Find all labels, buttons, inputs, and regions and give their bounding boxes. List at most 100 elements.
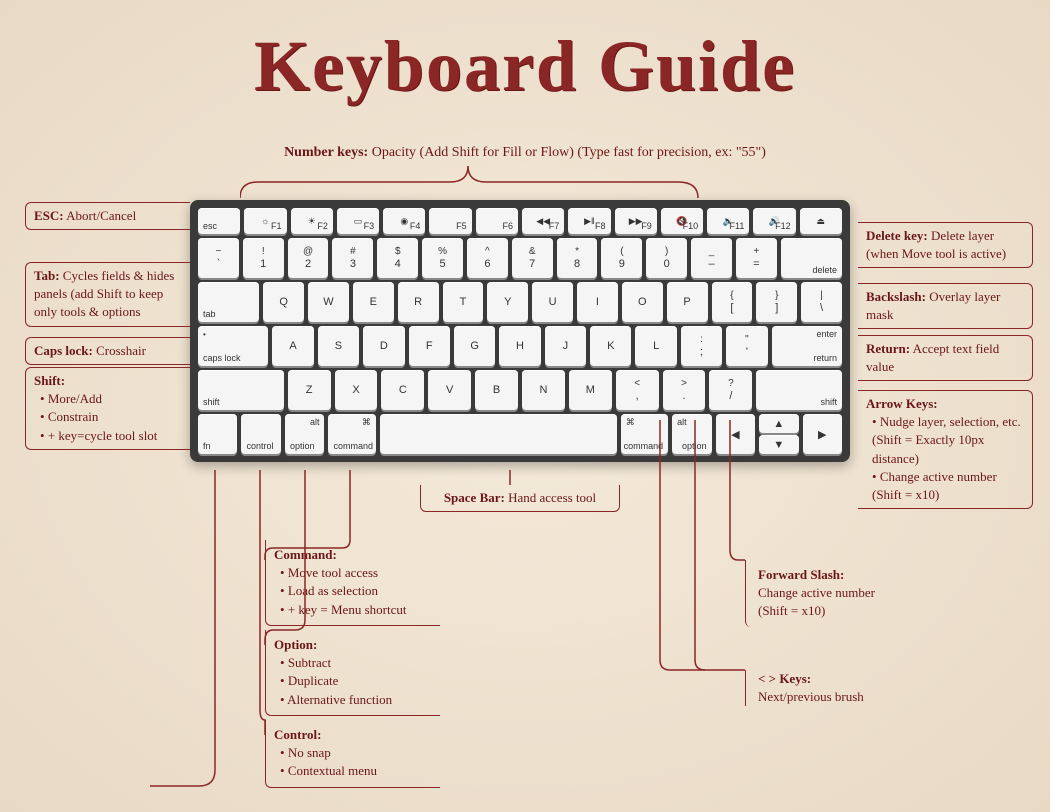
key-f7[interactable]: ◀◀F7 <box>522 208 564 234</box>
key-space[interactable] <box>380 414 617 454</box>
key-7[interactable]: &7 <box>512 238 553 278</box>
key-command-right[interactable]: ⌘command <box>621 414 668 454</box>
number-keys-brace <box>240 162 700 202</box>
key-f6[interactable]: F6 <box>476 208 518 234</box>
brackets-callout: < > Keys: Next/previous brush <box>745 670 915 706</box>
key-e[interactable]: E <box>353 282 394 322</box>
key-l[interactable]: L <box>635 326 676 366</box>
key-t[interactable]: T <box>443 282 484 322</box>
key-3[interactable]: #3 <box>332 238 373 278</box>
key-shift-right[interactable]: shift <box>756 370 842 410</box>
key-f4[interactable]: ◉F4 <box>383 208 425 234</box>
fwdslash-callout: Forward Slash: Change active number (Shi… <box>745 560 915 627</box>
shift-callout: Shift: More/Add Constrain + key=cycle to… <box>25 367 190 450</box>
key-dash[interactable]: _– <box>691 238 732 278</box>
key-quote[interactable]: "' <box>726 326 767 366</box>
key-capslock[interactable]: •caps lock <box>198 326 268 366</box>
key-tab[interactable]: tab <box>198 282 259 322</box>
key-f2[interactable]: ☀F2 <box>291 208 333 234</box>
key-backslash[interactable]: |\ <box>801 282 842 322</box>
capslock-callout: Caps lock: Crosshair <box>25 337 190 365</box>
key-j[interactable]: J <box>545 326 586 366</box>
key-down[interactable]: ▼ <box>759 435 798 454</box>
command-callout: Command: Move tool access Load as select… <box>265 540 440 626</box>
key-f5[interactable]: F5 <box>429 208 471 234</box>
key-f[interactable]: F <box>409 326 450 366</box>
key-x[interactable]: X <box>335 370 378 410</box>
bottom-row: fn control altoption ⌘command ⌘command a… <box>198 414 842 454</box>
key-s[interactable]: S <box>318 326 359 366</box>
key-period[interactable]: >. <box>663 370 706 410</box>
key-c[interactable]: C <box>381 370 424 410</box>
key-2[interactable]: @2 <box>288 238 329 278</box>
key-5[interactable]: %5 <box>422 238 463 278</box>
key-plus[interactable]: += <box>736 238 777 278</box>
key-lbracket[interactable]: {[ <box>712 282 753 322</box>
key-f3[interactable]: ▭F3 <box>337 208 379 234</box>
key-control[interactable]: control <box>241 414 280 454</box>
backslash-callout: Backslash: Overlay layer mask <box>858 283 1033 329</box>
key-r[interactable]: R <box>398 282 439 322</box>
key-0[interactable]: )0 <box>646 238 687 278</box>
key-delete[interactable]: delete <box>781 238 842 278</box>
key-u[interactable]: U <box>532 282 573 322</box>
key-k[interactable]: K <box>590 326 631 366</box>
key-option-right[interactable]: altoption <box>672 414 711 454</box>
key-left[interactable]: ◀ <box>716 414 755 454</box>
tab-callout: Tab: Cycles fields & hides panels (add S… <box>25 262 190 327</box>
key-up[interactable]: ▲ <box>759 414 798 433</box>
key-slash[interactable]: ?/ <box>709 370 752 410</box>
key-v[interactable]: V <box>428 370 471 410</box>
key-esc[interactable]: esc <box>198 208 240 234</box>
key-9[interactable]: (9 <box>601 238 642 278</box>
key-f11[interactable]: 🔉F11 <box>707 208 749 234</box>
key-i[interactable]: I <box>577 282 618 322</box>
key-z[interactable]: Z <box>288 370 331 410</box>
key-fn[interactable]: fn <box>198 414 237 454</box>
key-command-left[interactable]: ⌘command <box>328 414 375 454</box>
key-semicolon[interactable]: :; <box>681 326 722 366</box>
option-callout: Option: Subtract Duplicate Alternative f… <box>265 630 440 716</box>
key-f9[interactable]: ▶▶F9 <box>615 208 657 234</box>
qwerty-row: tab Q W E R T Y U I O P {[ }] |\ <box>198 282 842 322</box>
shift-row: shift Z X C V B N M <, >. ?/ shift <box>198 370 842 410</box>
keyboard: esc ☼F1 ☀F2 ▭F3 ◉F4 F5 F6 ◀◀F7 ▶‖F8 ▶▶F9… <box>190 200 850 462</box>
key-rbracket[interactable]: }] <box>756 282 797 322</box>
key-right[interactable]: ▶ <box>803 414 842 454</box>
key-n[interactable]: N <box>522 370 565 410</box>
key-option-left[interactable]: altoption <box>285 414 324 454</box>
key-tilde[interactable]: ~` <box>198 238 239 278</box>
key-a[interactable]: A <box>272 326 313 366</box>
key-4[interactable]: $4 <box>377 238 418 278</box>
key-shift-left[interactable]: shift <box>198 370 284 410</box>
key-f8[interactable]: ▶‖F8 <box>568 208 610 234</box>
key-w[interactable]: W <box>308 282 349 322</box>
key-comma[interactable]: <, <box>616 370 659 410</box>
key-eject[interactable]: ⏏ <box>800 208 842 234</box>
key-f12[interactable]: 🔊F12 <box>753 208 795 234</box>
key-p[interactable]: P <box>667 282 708 322</box>
key-d[interactable]: D <box>363 326 404 366</box>
return-callout: Return: Accept text field value <box>858 335 1033 381</box>
key-h[interactable]: H <box>499 326 540 366</box>
control-callout: Control: No snap Contextual menu <box>265 720 440 788</box>
key-g[interactable]: G <box>454 326 495 366</box>
key-return[interactable]: enterreturn <box>772 326 842 366</box>
key-b[interactable]: B <box>475 370 518 410</box>
key-m[interactable]: M <box>569 370 612 410</box>
key-y[interactable]: Y <box>487 282 528 322</box>
key-1[interactable]: !1 <box>243 238 284 278</box>
key-f1[interactable]: ☼F1 <box>244 208 286 234</box>
number-keys-callout: Number keys: Opacity (Add Shift for Fill… <box>284 145 766 161</box>
key-f10[interactable]: 🔇F10 <box>661 208 703 234</box>
home-row: •caps lock A S D F G H J K L :; "' enter… <box>198 326 842 366</box>
space-callout: Space Bar: Hand access tool <box>420 485 620 512</box>
arrow-callout: Arrow Keys: Nudge layer, selection, etc.… <box>858 390 1033 509</box>
key-8[interactable]: *8 <box>557 238 598 278</box>
key-6[interactable]: ^6 <box>467 238 508 278</box>
delete-callout: Delete key: Delete layer (when Move tool… <box>858 222 1033 268</box>
key-q[interactable]: Q <box>263 282 304 322</box>
key-o[interactable]: O <box>622 282 663 322</box>
esc-callout: ESC: Abort/Cancel <box>25 202 190 230</box>
number-row: ~` !1 @2 #3 $4 %5 ^6 &7 *8 (9 )0 _– += d… <box>198 238 842 278</box>
